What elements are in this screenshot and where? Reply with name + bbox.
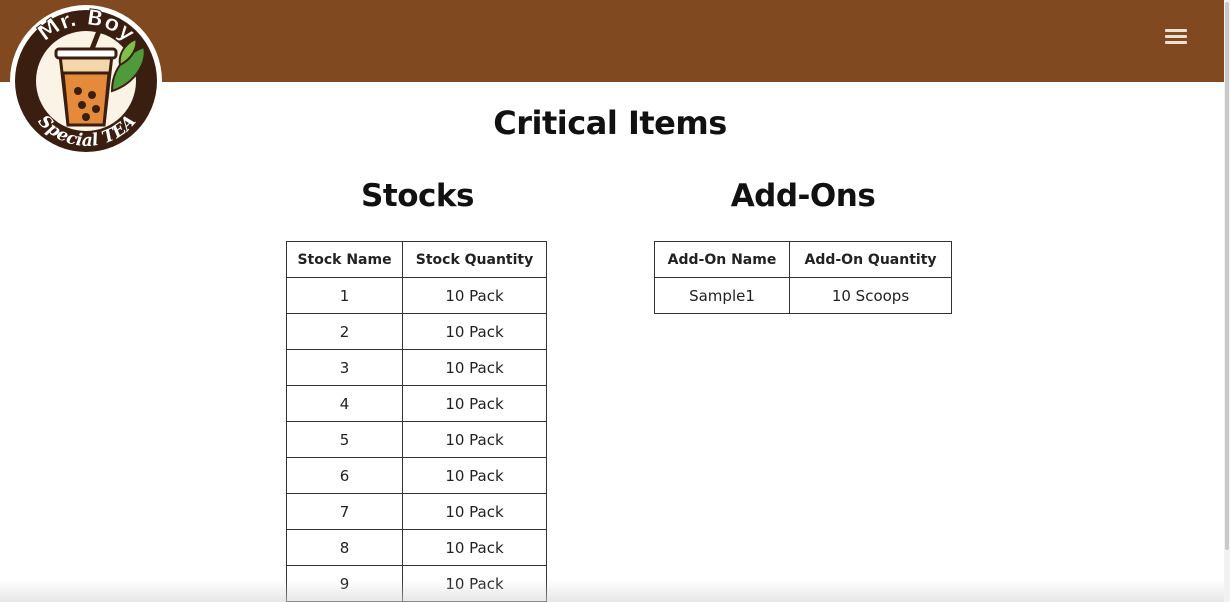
- stock-name-cell: 7: [286, 493, 403, 530]
- stock-name-cell: 5: [286, 421, 403, 458]
- stock-name-cell: 1: [286, 277, 403, 314]
- page-title: Critical Items: [493, 104, 727, 142]
- table-row: 4 10 Pack: [286, 385, 547, 422]
- stock-quantity-cell: 10 Pack: [402, 421, 547, 458]
- table-row: 1 10 Pack: [286, 277, 547, 314]
- bottom-fade-shadow: [0, 580, 1224, 602]
- table-row: 8 10 Pack: [286, 529, 547, 566]
- addon-name-header: Add-On Name: [654, 241, 790, 278]
- table-row: 6 10 Pack: [286, 457, 547, 494]
- addons-section-title: Add-Ons: [730, 178, 876, 214]
- addons-table: Add-On Name Add-On Quantity Sample1 10 S…: [654, 241, 952, 314]
- stock-quantity-cell: 10 Pack: [402, 385, 547, 422]
- stock-quantity-cell: 10 Pack: [402, 529, 547, 566]
- table-row: 2 10 Pack: [286, 313, 547, 350]
- stock-name-cell: 4: [286, 385, 403, 422]
- stock-name-cell: 6: [286, 457, 403, 494]
- stock-quantity-cell: 10 Pack: [402, 313, 547, 350]
- table-row: 5 10 Pack: [286, 421, 547, 458]
- stock-name-cell: 2: [286, 313, 403, 350]
- stock-quantity-cell: 10 Pack: [402, 493, 547, 530]
- stock-quantity-cell: 10 Pack: [402, 565, 547, 602]
- stock-name-cell: 8: [286, 529, 403, 566]
- addon-name-cell: Sample1: [654, 277, 790, 314]
- stock-quantity-cell: 10 Pack: [402, 349, 547, 386]
- stock-name-header: Stock Name: [286, 241, 403, 278]
- stock-quantity-cell: 10 Pack: [402, 457, 547, 494]
- menu-bar-line: [1165, 35, 1187, 38]
- stock-name-cell: 3: [286, 349, 403, 386]
- stocks-section-title: Stocks: [361, 178, 474, 214]
- table-row: 9 10 Pack: [286, 565, 547, 602]
- addon-quantity-header: Add-On Quantity: [789, 241, 952, 278]
- stock-quantity-cell: 10 Pack: [402, 277, 547, 314]
- menu-bar-line: [1165, 41, 1187, 44]
- stocks-table: Stock Name Stock Quantity 1 10 Pack 2 10…: [286, 241, 547, 602]
- table-row: 3 10 Pack: [286, 349, 547, 386]
- table-header-row: Stock Name Stock Quantity: [286, 241, 547, 278]
- top-navbar: [0, 0, 1224, 82]
- addon-quantity-cell: 10 Scoops: [789, 277, 952, 314]
- scrollbar-thumb[interactable]: [1225, 2, 1229, 550]
- hamburger-menu-icon[interactable]: [1160, 24, 1192, 50]
- table-row: Sample1 10 Scoops: [654, 277, 952, 314]
- table-header-row: Add-On Name Add-On Quantity: [654, 241, 952, 278]
- stock-name-cell: 9: [286, 565, 403, 602]
- menu-bar-line: [1165, 29, 1187, 32]
- page: Mr. Boy Special TEA Critical Items Stock…: [0, 0, 1230, 602]
- stock-quantity-header: Stock Quantity: [402, 241, 547, 278]
- table-row: 7 10 Pack: [286, 493, 547, 530]
